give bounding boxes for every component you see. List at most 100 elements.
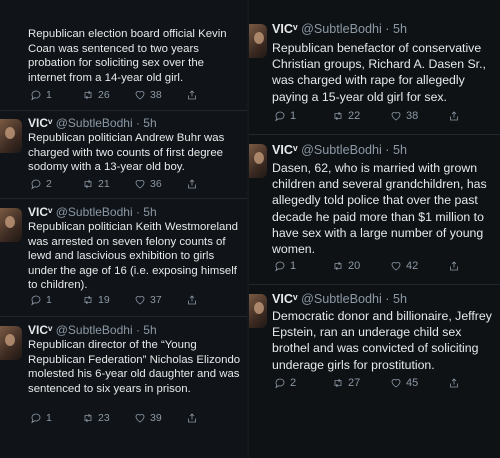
retweet-count: 26 [98, 89, 110, 101]
like-icon [134, 178, 146, 190]
retweet-icon [332, 110, 344, 122]
author-name[interactable]: VICᵛ [272, 22, 298, 36]
retweet-icon [332, 377, 344, 389]
tweet-text: Republican benefactor of conservative Ch… [272, 41, 486, 104]
reply-icon [30, 178, 42, 190]
reply-count: 2 [290, 377, 297, 389]
like-icon [134, 412, 146, 424]
tweet-card[interactable]: VICᵛ @SubtleBodhi · 5h Republican politi… [0, 200, 247, 316]
reply-count: 1 [46, 294, 52, 306]
tweet-header: VICᵛ @SubtleBodhi · 5h [28, 323, 157, 337]
like-button[interactable]: 38 [134, 89, 186, 101]
like-button[interactable]: 45 [390, 377, 448, 389]
retweet-icon [82, 412, 94, 424]
tweet-card[interactable]: VICᵛ @SubtleBodhi · 5h Democratic donor … [249, 286, 500, 406]
retweet-count: 21 [98, 178, 110, 190]
retweet-button[interactable]: 26 [82, 89, 134, 101]
divider [249, 134, 500, 135]
tweet-actions: 1 23 39 [30, 412, 238, 424]
avatar[interactable] [0, 208, 22, 242]
share-button[interactable] [186, 178, 238, 190]
tweet-text: Republican politician Keith Westmoreland… [28, 221, 238, 292]
avatar[interactable] [249, 294, 267, 328]
like-icon [390, 260, 402, 272]
tweet-card[interactable]: VICᵛ @SubtleBodhi · 5h Republican benefa… [249, 0, 500, 136]
retweet-count: 27 [348, 377, 361, 389]
avatar[interactable] [249, 144, 267, 178]
share-button[interactable] [448, 110, 500, 122]
tweet-header: VICᵛ @SubtleBodhi · 5h [28, 116, 157, 130]
reply-count: 1 [46, 89, 52, 101]
avatar[interactable] [249, 24, 267, 58]
retweet-button[interactable]: 19 [82, 294, 134, 306]
author-handle[interactable]: @SubtleBodhi · 5h [56, 116, 157, 130]
retweet-icon [82, 178, 94, 190]
divider [0, 316, 247, 317]
like-icon [390, 110, 402, 122]
reply-button[interactable]: 1 [274, 110, 332, 122]
divider [0, 198, 247, 199]
like-count: 39 [150, 412, 162, 424]
tweet-text: Republican election board official Kevin… [28, 28, 227, 84]
like-button[interactable]: 42 [390, 260, 448, 272]
author-name[interactable]: VICᵛ [28, 323, 52, 337]
author-handle[interactable]: @SubtleBodhi · 5h [301, 143, 407, 157]
divider [249, 284, 500, 285]
share-icon [186, 178, 198, 190]
tweet-card[interactable]: VICᵛ @SubtleBodhi · 5h Dasen, 62, who is… [249, 136, 500, 286]
share-button[interactable] [186, 294, 238, 306]
author-handle[interactable]: @SubtleBodhi · 5h [301, 22, 407, 36]
tweet-text: Dasen, 62, who is married with grown chi… [272, 161, 487, 257]
retweet-count: 19 [98, 294, 110, 306]
author-handle[interactable]: @SubtleBodhi · 5h [56, 323, 157, 337]
reply-button[interactable]: 1 [30, 412, 82, 424]
like-button[interactable]: 36 [134, 178, 186, 190]
reply-count: 1 [46, 412, 52, 424]
share-button[interactable] [186, 89, 238, 101]
tweet-card[interactable]: VICᵛ @SubtleBodhi · 5h Republican direct… [0, 318, 247, 436]
retweet-icon [82, 89, 94, 101]
right-screenshot-column: VICᵛ @SubtleBodhi · 5h Republican benefa… [249, 0, 500, 458]
reply-button[interactable]: 1 [30, 294, 82, 306]
retweet-button[interactable]: 27 [332, 377, 390, 389]
reply-button[interactable]: 1 [274, 260, 332, 272]
retweet-count: 23 [98, 412, 110, 424]
share-icon [448, 377, 460, 389]
avatar[interactable] [0, 326, 22, 360]
reply-button[interactable]: 2 [274, 377, 332, 389]
retweet-count: 22 [348, 110, 361, 122]
share-button[interactable] [448, 377, 500, 389]
tweet-actions: 1 26 38 [30, 89, 238, 101]
like-button[interactable]: 38 [390, 110, 448, 122]
share-icon [186, 294, 198, 306]
like-icon [390, 377, 402, 389]
retweet-button[interactable]: 23 [82, 412, 134, 424]
reply-icon [274, 110, 286, 122]
reply-button[interactable]: 1 [30, 89, 82, 101]
author-name[interactable]: VICᵛ [272, 292, 298, 306]
avatar[interactable] [0, 119, 22, 153]
reply-count: 2 [46, 178, 52, 190]
tweet-card[interactable]: Republican election board official Kevin… [0, 0, 247, 108]
share-button[interactable] [448, 260, 500, 272]
like-button[interactable]: 39 [134, 412, 186, 424]
share-icon [448, 110, 460, 122]
like-count: 45 [406, 377, 419, 389]
author-name[interactable]: VICᵛ [272, 143, 298, 157]
author-name[interactable]: VICᵛ [28, 116, 52, 130]
retweet-button[interactable]: 22 [332, 110, 390, 122]
tweet-text: Republican director of the “Young Republ… [28, 339, 241, 395]
like-button[interactable]: 37 [134, 294, 186, 306]
reply-button[interactable]: 2 [30, 178, 82, 190]
share-button[interactable] [186, 412, 238, 424]
retweet-button[interactable]: 21 [82, 178, 134, 190]
share-icon [186, 89, 198, 101]
author-handle[interactable]: @SubtleBodhi · 5h [56, 205, 157, 219]
author-handle[interactable]: @SubtleBodhi · 5h [301, 292, 407, 306]
author-name[interactable]: VICᵛ [28, 205, 52, 219]
retweet-button[interactable]: 20 [332, 260, 390, 272]
tweet-header: VICᵛ @SubtleBodhi · 5h [28, 205, 157, 219]
reply-icon [30, 89, 42, 101]
reply-count: 1 [290, 260, 297, 272]
tweet-card[interactable]: VICᵛ @SubtleBodhi · 5h Republican politi… [0, 111, 247, 199]
